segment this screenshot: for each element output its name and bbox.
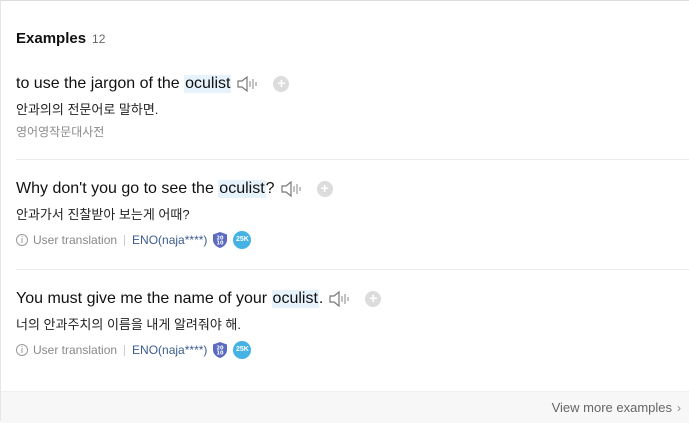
user-translation-label: User translation <box>33 233 118 247</box>
example-item: to use the jargon of the oculist + 안과의의 … <box>16 72 689 140</box>
user-link[interactable]: ENO(naja****) <box>132 343 207 357</box>
examples-title: Examples <box>16 30 87 47</box>
svg-text:10: 10 <box>217 241 224 247</box>
example-sentence: to use the jargon of the oculist + <box>16 72 689 96</box>
highlighted-word[interactable]: oculist <box>218 180 266 198</box>
example-translation: 안과가서 진찰받아 보는게 어때? <box>16 207 190 222</box>
sentence-text: to use the jargon of the <box>16 75 185 92</box>
user-translation-label: User translation <box>33 343 118 357</box>
example-translation: 안과의의 전문어로 말하면. <box>16 102 159 117</box>
view-more-button[interactable]: View more examples › <box>552 400 681 415</box>
plus-icon[interactable]: + <box>365 291 382 307</box>
plus-icon[interactable]: + <box>316 181 333 197</box>
example-sentence: Why don't you go to see the oculist ? + <box>16 177 689 201</box>
divider <box>16 269 689 270</box>
sentence-tail: ? <box>265 180 275 197</box>
level-badge-icon: 20 10 <box>211 231 229 249</box>
view-more-label: View more examples <box>551 400 672 415</box>
sentence-text: You must give me the name of your <box>16 290 272 307</box>
examples-panel: Examples 12 to use the jargon of the ocu… <box>0 0 689 423</box>
plus-icon[interactable]: + <box>273 76 290 92</box>
translation-meta: i User translation ENO(naja****) 20 10 25… <box>16 340 689 360</box>
info-icon[interactable]: i <box>16 344 28 356</box>
meta-separator <box>124 344 126 356</box>
count-badge: 25K <box>233 341 252 359</box>
highlighted-word[interactable]: oculist <box>184 75 232 93</box>
user-link[interactable]: ENO(naja****) <box>132 233 207 247</box>
sentence-text: Why don't you go to see the <box>16 180 219 197</box>
divider <box>16 159 689 160</box>
speaker-icon[interactable] <box>328 289 352 309</box>
examples-header: Examples 12 <box>16 30 105 47</box>
example-sentence: You must give me the name of your oculis… <box>16 287 689 311</box>
speaker-icon[interactable] <box>236 74 260 94</box>
info-icon[interactable]: i <box>16 234 28 246</box>
speaker-icon[interactable] <box>280 179 304 199</box>
example-item: You must give me the name of your oculis… <box>16 287 689 360</box>
example-translation: 너의 안과주치의 이름을 내게 알려줘야 해. <box>16 317 241 332</box>
examples-footer: View more examples › <box>1 391 689 423</box>
chevron-right-icon: › <box>677 400 681 415</box>
count-badge: 25K <box>233 231 252 249</box>
example-source[interactable]: 영어영작문대사전 <box>16 123 689 140</box>
examples-count: 12 <box>92 32 106 46</box>
translation-meta: i User translation ENO(naja****) 20 10 25… <box>16 230 689 250</box>
level-badge-icon: 20 10 <box>211 341 229 359</box>
svg-text:10: 10 <box>217 351 224 357</box>
example-item: Why don't you go to see the oculist ? + … <box>16 177 689 250</box>
sentence-tail: . <box>318 290 324 307</box>
highlighted-word[interactable]: oculist <box>271 290 319 308</box>
meta-separator <box>124 234 126 246</box>
